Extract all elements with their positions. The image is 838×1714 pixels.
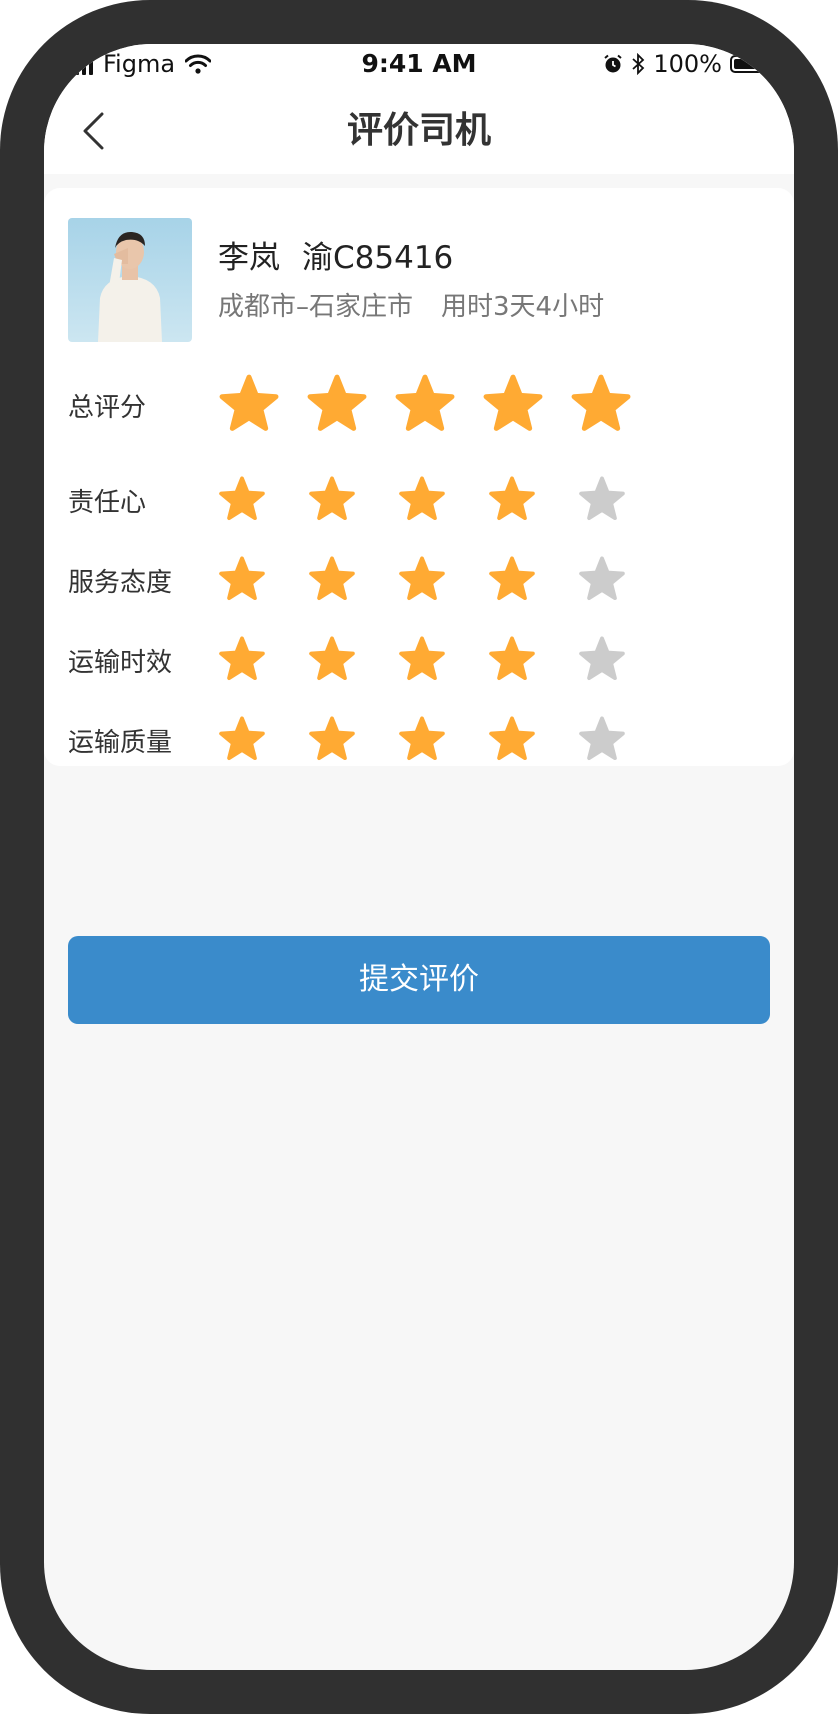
star-empty-icon[interactable]: [578, 476, 626, 524]
driver-info: 李岚 渝C85416: [218, 232, 453, 277]
star-group[interactable]: [218, 374, 632, 436]
star-group[interactable]: [218, 476, 626, 524]
status-bar: Figma 9:41 AM 100%: [44, 44, 794, 88]
star-filled-icon[interactable]: [488, 556, 536, 604]
star-empty-icon[interactable]: [578, 556, 626, 604]
star-filled-icon[interactable]: [308, 556, 356, 604]
star-empty-icon[interactable]: [578, 636, 626, 684]
star-filled-icon[interactable]: [488, 476, 536, 524]
star-filled-icon[interactable]: [218, 476, 266, 524]
rating-card: 李岚 渝C85416 成都市–石家庄市 用时3天4小时 总评分 责任心 服务态度 运…: [44, 188, 794, 766]
star-filled-icon[interactable]: [218, 716, 266, 764]
page-title: 评价司机: [346, 110, 491, 151]
star-filled-icon[interactable]: [488, 636, 536, 684]
nav-bar: 评价司机: [44, 88, 794, 174]
star-filled-icon[interactable]: [308, 476, 356, 524]
phone-frame: Figma 9:41 AM 100% 评价司机 李岚 渝C85416 成都市–石…: [0, 0, 838, 1714]
alarm-icon: [604, 54, 623, 73]
star-filled-icon[interactable]: [398, 636, 446, 684]
rating-label: 运输时效: [68, 647, 173, 678]
star-empty-icon[interactable]: [578, 716, 626, 764]
star-filled-icon[interactable]: [570, 374, 632, 436]
rating-label: 责任心: [68, 487, 147, 518]
battery-percent: 100%: [653, 50, 722, 78]
star-filled-icon[interactable]: [218, 556, 266, 604]
star-filled-icon[interactable]: [308, 636, 356, 684]
rating-row-service-attitude: 服务态度: [68, 556, 768, 604]
rating-row-responsibility: 责任心: [68, 476, 768, 524]
star-filled-icon[interactable]: [308, 716, 356, 764]
star-filled-icon[interactable]: [398, 716, 446, 764]
route-text: 成都市–石家庄市: [218, 292, 414, 322]
star-group[interactable]: [218, 556, 626, 604]
submit-button[interactable]: 提交评价: [68, 936, 770, 1024]
star-filled-icon[interactable]: [488, 716, 536, 764]
star-filled-icon[interactable]: [482, 374, 544, 436]
star-filled-icon[interactable]: [218, 636, 266, 684]
star-group[interactable]: [218, 636, 626, 684]
rating-row-overall: 总评分: [68, 374, 768, 436]
star-filled-icon[interactable]: [398, 476, 446, 524]
star-filled-icon[interactable]: [398, 556, 446, 604]
rating-row-timeliness: 运输时效: [68, 636, 768, 684]
driver-avatar: [68, 218, 192, 342]
star-group[interactable]: [218, 716, 626, 764]
trip-info: 成都市–石家庄市 用时3天4小时: [218, 286, 604, 323]
rating-row-quality: 运输质量: [68, 716, 768, 764]
license-plate: 渝C85416: [302, 240, 454, 276]
rating-label: 运输质量: [68, 727, 173, 758]
battery-icon: [730, 55, 776, 73]
star-filled-icon[interactable]: [306, 374, 368, 436]
star-filled-icon[interactable]: [394, 374, 456, 436]
duration-text: 用时3天4小时: [441, 292, 605, 322]
screen: Figma 9:41 AM 100% 评价司机 李岚 渝C85416 成都市–石…: [44, 44, 794, 1670]
bluetooth-icon: [632, 53, 645, 75]
status-right: 100%: [603, 50, 776, 78]
star-filled-icon[interactable]: [218, 374, 280, 436]
driver-name: 李岚: [218, 240, 280, 276]
rating-label: 服务态度: [68, 567, 173, 598]
rating-label: 总评分: [68, 392, 147, 423]
